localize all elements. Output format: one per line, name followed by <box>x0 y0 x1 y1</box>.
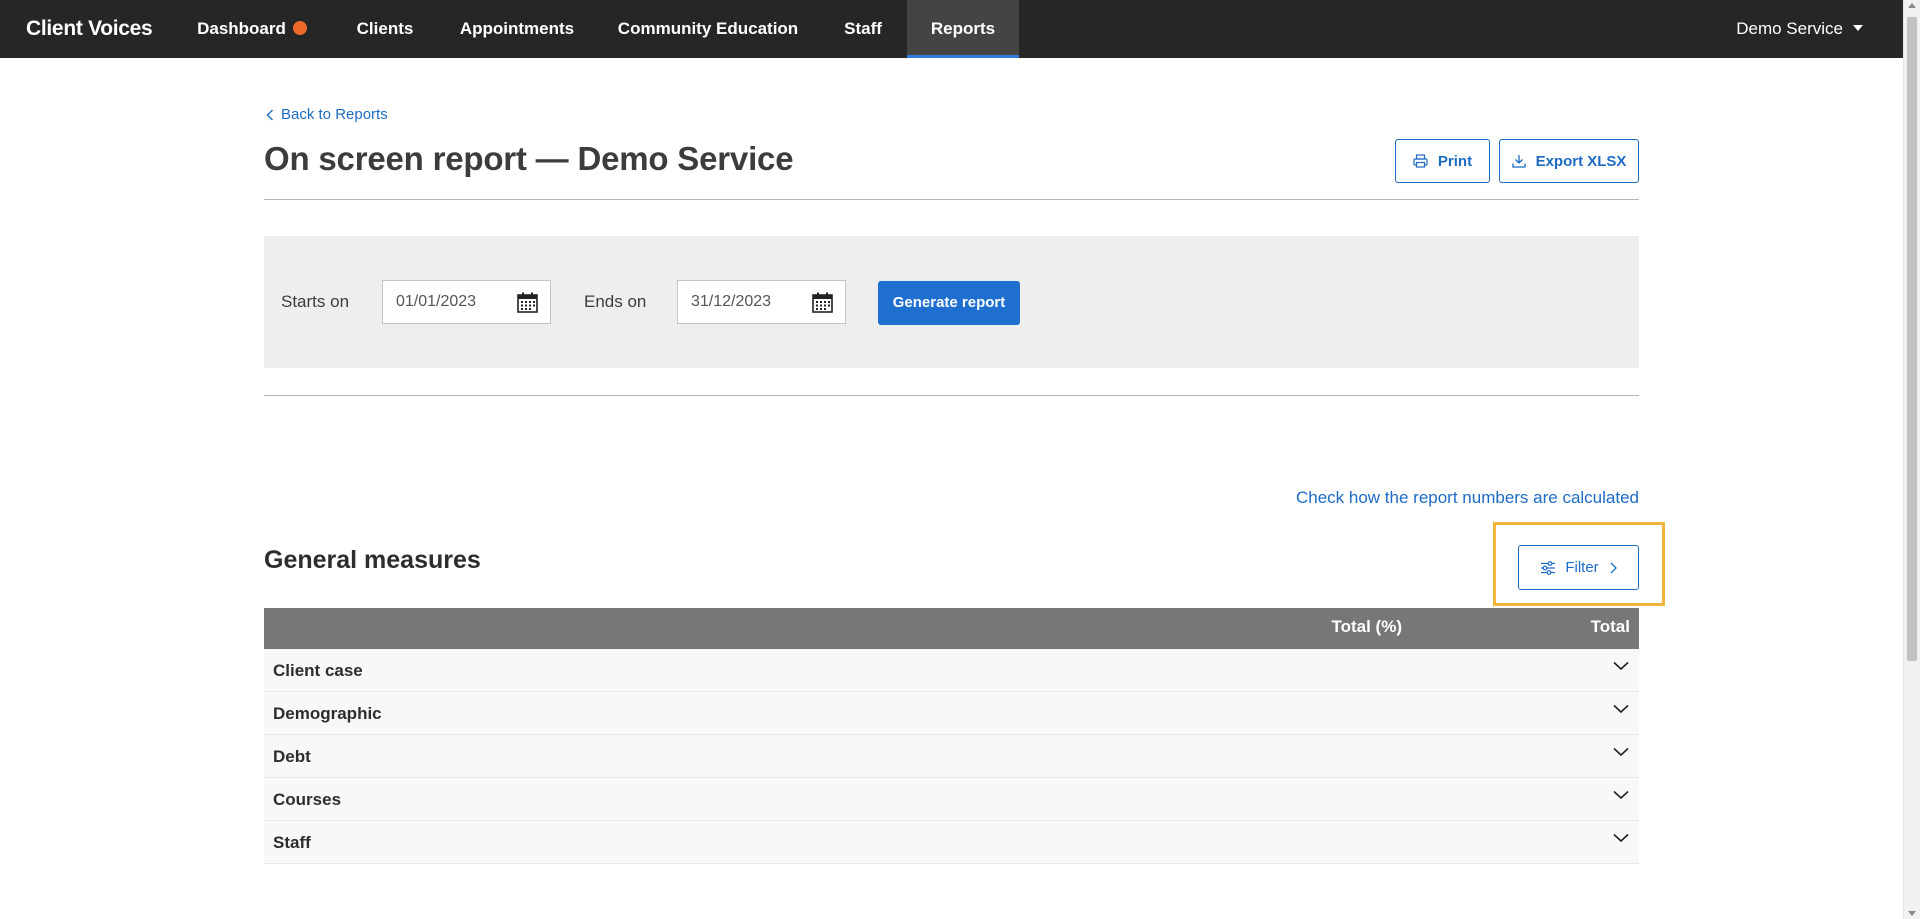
measure-row-staff[interactable]: Staff <box>264 821 1639 864</box>
print-button[interactable]: Print <box>1395 139 1490 183</box>
row-label: Courses <box>273 790 342 809</box>
chevron-down-icon[interactable] <box>1613 661 1629 671</box>
sliders-icon <box>1541 560 1556 575</box>
notification-dot-icon <box>292 21 307 35</box>
title-divider <box>264 199 1639 200</box>
back-to-reports-link[interactable]: Back to Reports <box>266 106 388 123</box>
back-link-label: Back to Reports <box>281 106 388 123</box>
end-date-input[interactable]: 31/12/2023 <box>677 280 846 324</box>
calendar-icon[interactable] <box>517 292 538 313</box>
page-scrollbar[interactable] <box>1903 0 1920 919</box>
chevron-right-icon <box>1610 562 1617 573</box>
filter-button[interactable]: Filter <box>1518 545 1639 590</box>
ends-on-label: Ends on <box>584 292 647 311</box>
printer-icon <box>1413 154 1428 168</box>
scroll-down-arrow-icon[interactable] <box>1908 911 1916 916</box>
row-label: Staff <box>273 833 311 852</box>
measure-row-demographic[interactable]: Demographic <box>264 692 1639 735</box>
download-icon <box>1511 155 1526 168</box>
nav-item-clients[interactable]: Clients <box>344 0 426 58</box>
nav-item-community-education[interactable]: Community Education <box>607 0 809 58</box>
nav-item-staff[interactable]: Staff <box>832 0 894 58</box>
top-navbar: Client Voices Dashboard Clients Appointm… <box>0 0 1903 58</box>
measures-table-header: Total (%) Total <box>264 608 1639 649</box>
brand-logo[interactable]: Client Voices <box>26 0 153 58</box>
row-label: Debt <box>273 747 311 766</box>
service-menu[interactable]: Demo Service <box>1736 0 1863 58</box>
nav-item-dashboard[interactable]: Dashboard <box>189 0 315 58</box>
print-label: Print <box>1437 152 1473 170</box>
scroll-thumb[interactable] <box>1907 17 1917 661</box>
row-label: Client case <box>273 661 363 680</box>
measure-row-courses[interactable]: Courses <box>264 778 1639 821</box>
start-date-value: 01/01/2023 <box>396 293 477 310</box>
starts-on-label: Starts on <box>281 292 350 311</box>
export-label: Export XLSX <box>1535 152 1627 170</box>
filter-label: Filter <box>1565 559 1599 576</box>
row-label: Demographic <box>273 704 382 723</box>
chevron-down-icon[interactable] <box>1613 790 1629 800</box>
measure-row-debt[interactable]: Debt <box>264 735 1639 778</box>
column-header-total: Total <box>1590 617 1630 636</box>
column-header-total-percent: Total (%) <box>1331 617 1402 636</box>
report-calculation-help-link[interactable]: Check how the report numbers are calcula… <box>1296 488 1639 508</box>
scroll-up-arrow-icon[interactable] <box>1908 3 1916 8</box>
chevron-down-icon[interactable] <box>1613 747 1629 757</box>
chevron-left-icon <box>266 109 273 120</box>
chevron-down-icon[interactable] <box>1613 833 1629 843</box>
measure-row-client-case[interactable]: Client case <box>264 649 1639 692</box>
nav-item-label: Dashboard <box>197 19 286 38</box>
nav-item-appointments[interactable]: Appointments <box>452 0 582 58</box>
generate-report-button[interactable]: Generate report <box>878 281 1020 325</box>
service-menu-label: Demo Service <box>1736 19 1843 38</box>
section-title: General measures <box>264 546 481 574</box>
nav-item-reports[interactable]: Reports <box>907 0 1019 58</box>
calendar-icon[interactable] <box>812 292 833 313</box>
export-xlsx-button[interactable]: Export XLSX <box>1499 139 1639 183</box>
start-date-input[interactable]: 01/01/2023 <box>382 280 551 324</box>
filter-divider <box>264 395 1639 396</box>
chevron-down-icon[interactable] <box>1613 704 1629 714</box>
end-date-value: 31/12/2023 <box>691 293 772 310</box>
caret-down-icon <box>1853 25 1863 31</box>
page-title: On screen report — Demo Service <box>264 140 794 177</box>
